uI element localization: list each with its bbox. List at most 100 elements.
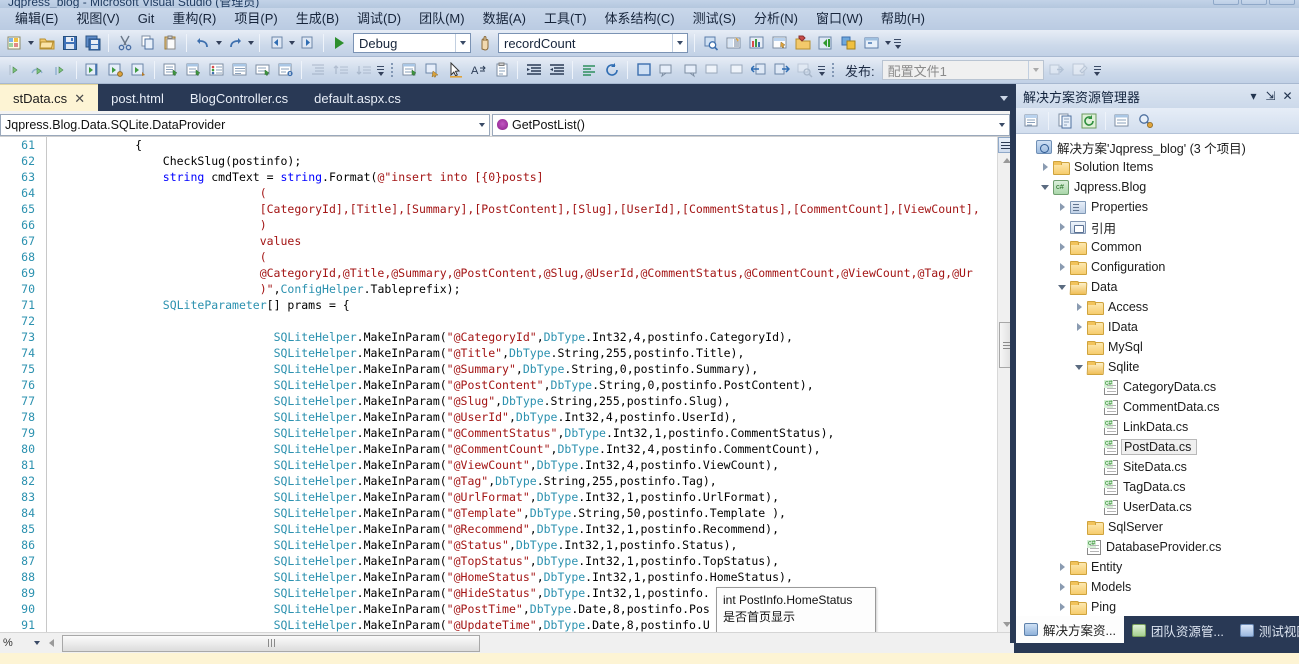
tree-item[interactable]: Solution Items xyxy=(1016,157,1299,177)
tree-expander-icon[interactable] xyxy=(1054,199,1070,215)
publish-run-icon[interactable] xyxy=(1047,60,1068,81)
member-scope-dropdown[interactable]: GetPostList() xyxy=(492,113,1010,136)
magnify-icon[interactable] xyxy=(794,60,815,81)
code-line[interactable]: SQLiteParameter[] prams = { xyxy=(52,297,992,313)
code-line[interactable]: SQLiteHelper.MakeInParam("@ViewCount",Db… xyxy=(52,457,992,473)
tree-item[interactable]: MySql xyxy=(1016,337,1299,357)
cut-icon[interactable] xyxy=(114,33,135,54)
code-text-area[interactable]: { CheckSlug(postinfo); string cmdText = … xyxy=(52,137,992,632)
tree-expander-icon[interactable] xyxy=(1054,239,1070,255)
new-window-icon[interactable] xyxy=(633,60,654,81)
tree-item[interactable]: Configuration xyxy=(1016,257,1299,277)
dialog-icon-4[interactable] xyxy=(725,60,746,81)
tree-item[interactable]: SqlServer xyxy=(1016,517,1299,537)
menu-item[interactable]: 分析(N) xyxy=(745,9,807,29)
other-windows-icon[interactable] xyxy=(861,33,882,54)
search-input[interactable]: recordCount xyxy=(498,33,688,53)
tree-item[interactable]: PostData.cs xyxy=(1016,437,1299,457)
code-line[interactable]: SQLiteHelper.MakeInParam("@UserId",DbTyp… xyxy=(52,409,992,425)
menu-item[interactable]: 工具(T) xyxy=(535,9,596,29)
tree-item[interactable]: LinkData.cs xyxy=(1016,417,1299,437)
open-file-icon[interactable] xyxy=(36,33,57,54)
solution-configuration-combo[interactable]: Debug xyxy=(353,33,471,53)
start-debugging-icon[interactable] xyxy=(329,33,350,54)
tree-item[interactable]: Models xyxy=(1016,577,1299,597)
tree-expander-icon[interactable] xyxy=(1037,179,1053,195)
navigate-back-dropdown-icon[interactable] xyxy=(287,33,296,54)
tool-window-tab[interactable]: 团队资源管... xyxy=(1124,618,1232,643)
indent-icon[interactable] xyxy=(307,60,328,81)
tree-item[interactable]: Jqpress.Blog xyxy=(1016,177,1299,197)
properties-icon[interactable] xyxy=(1054,110,1076,132)
document-tab[interactable]: stData.cs ✕ xyxy=(0,84,99,111)
publish-edit-icon[interactable] xyxy=(1070,60,1091,81)
tree-item[interactable]: Ping xyxy=(1016,597,1299,616)
undo-icon[interactable] xyxy=(192,33,213,54)
comment-selection-icon[interactable] xyxy=(330,60,351,81)
call-stack-icon[interactable] xyxy=(252,60,273,81)
pin-icon[interactable]: ⇲ xyxy=(1262,87,1279,105)
code-line[interactable]: SQLiteHelper.MakeInParam("@TopStatus",Db… xyxy=(52,553,992,569)
refresh-icon[interactable] xyxy=(1078,110,1100,132)
menu-item[interactable]: 体系结构(C) xyxy=(596,9,684,29)
tree-item[interactable]: Common xyxy=(1016,237,1299,257)
close-icon[interactable]: ✕ xyxy=(74,92,85,105)
document-tab[interactable]: default.aspx.cs xyxy=(301,86,414,111)
toolbar-grip[interactable] xyxy=(830,61,836,79)
preview-selected-items-icon[interactable] xyxy=(1135,110,1157,132)
redo-icon[interactable] xyxy=(224,33,245,54)
server-explorer-icon[interactable] xyxy=(815,33,836,54)
toolbox-icon[interactable] xyxy=(746,33,767,54)
tree-item[interactable]: Properties xyxy=(1016,197,1299,217)
menu-item[interactable]: 帮助(H) xyxy=(872,9,934,29)
dialog-icon-2[interactable] xyxy=(679,60,700,81)
tree-item[interactable]: CategoryData.cs xyxy=(1016,377,1299,397)
document-tab[interactable]: BlogController.cs xyxy=(177,86,301,111)
code-line[interactable]: ( xyxy=(52,185,992,201)
solution-explorer-icon[interactable] xyxy=(769,33,790,54)
chevron-down-icon[interactable] xyxy=(455,34,470,52)
view-code-icon[interactable] xyxy=(1111,110,1133,132)
chevron-down-icon[interactable]: ▾ xyxy=(1245,87,1262,105)
hscrollbar-thumb[interactable] xyxy=(62,634,480,652)
tree-item[interactable]: 引用 xyxy=(1016,217,1299,237)
solution-explorer-tree[interactable]: 解决方案'Jqpress_blog' (3 个项目) Solution Items… xyxy=(1016,134,1299,616)
toolbar-overflow-icon[interactable] xyxy=(816,60,827,81)
tree-expander-icon[interactable] xyxy=(1071,359,1087,375)
dialog-icon-3[interactable] xyxy=(702,60,723,81)
run-to-cursor-icon[interactable] xyxy=(82,60,103,81)
code-line[interactable]: { xyxy=(52,137,992,153)
menu-item[interactable]: 重构(R) xyxy=(163,9,225,29)
close-button[interactable] xyxy=(1269,0,1295,5)
code-line[interactable] xyxy=(52,313,992,329)
tool-window-tab[interactable]: 解决方案资... xyxy=(1016,616,1124,643)
paste-icon[interactable] xyxy=(160,33,181,54)
code-line[interactable]: CheckSlug(postinfo); xyxy=(52,153,992,169)
code-line[interactable]: SQLiteHelper.MakeInParam("@Title",DbType… xyxy=(52,345,992,361)
chevron-down-icon[interactable] xyxy=(995,123,1009,127)
code-line[interactable]: ( xyxy=(52,249,992,265)
menu-item[interactable]: 生成(B) xyxy=(287,9,348,29)
code-line[interactable]: SQLiteHelper.MakeInParam("@Summary",DbTy… xyxy=(52,361,992,377)
tree-item[interactable]: CommentData.cs xyxy=(1016,397,1299,417)
cursor-icon[interactable] xyxy=(445,60,466,81)
tree-item[interactable]: IData xyxy=(1016,317,1299,337)
code-editor[interactable]: 61 62 63 64 65 66 67 68 69 70 71 72 73 74 75 76 77 78 79 80… xyxy=(0,137,1014,632)
step-into-icon[interactable] xyxy=(4,60,25,81)
hand-step-icon[interactable] xyxy=(474,33,495,54)
menu-item[interactable]: 编辑(E) xyxy=(6,9,67,29)
toolbar-grip[interactable] xyxy=(389,61,395,79)
watch-window-icon[interactable] xyxy=(183,60,204,81)
chevron-down-icon[interactable] xyxy=(475,123,489,127)
chevron-down-icon[interactable] xyxy=(672,34,687,52)
code-line[interactable]: SQLiteHelper.MakeInParam("@UrlFormat",Db… xyxy=(52,489,992,505)
move-in-icon[interactable] xyxy=(748,60,769,81)
menu-item[interactable]: 项目(P) xyxy=(225,9,286,29)
zoom-level-dropdown[interactable]: % xyxy=(0,634,44,653)
step-out-icon[interactable] xyxy=(50,60,71,81)
new-project-dropdown-icon[interactable] xyxy=(26,33,35,54)
home-icon[interactable] xyxy=(1021,110,1043,132)
code-line[interactable]: SQLiteHelper.MakeInParam("@Tag",DbType.S… xyxy=(52,473,992,489)
code-line[interactable]: )",ConfigHelper.Tableprefix); xyxy=(52,281,992,297)
team-explorer-icon[interactable] xyxy=(838,33,859,54)
